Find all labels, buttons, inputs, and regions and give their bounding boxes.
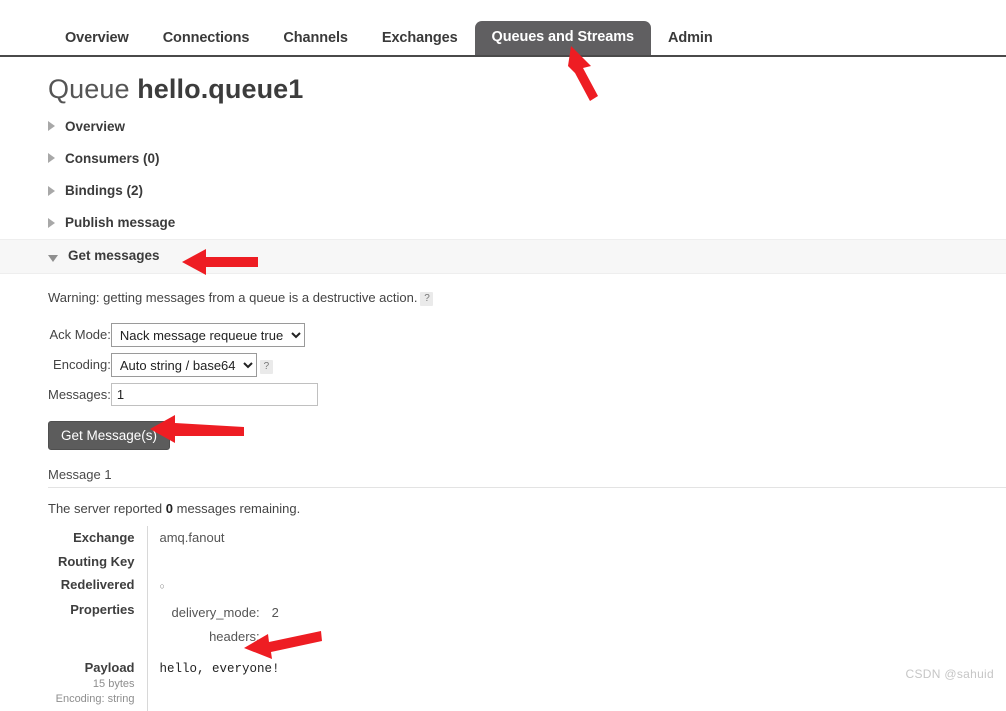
message-heading: Message 1	[48, 467, 1006, 489]
nav-tab-queues-and-streams[interactable]: Queues and Streams	[474, 20, 651, 55]
messages-count-cell	[110, 380, 318, 409]
get-messages-button[interactable]: Get Message(s)	[48, 420, 171, 451]
chevron-down-icon	[48, 255, 58, 263]
watermark: CSDN @sahuid	[905, 667, 994, 681]
table-row-exchange: Exchange amq.fanout	[48, 526, 928, 550]
nav-tab-connections[interactable]: Connections	[146, 23, 267, 56]
page-title-queue-name: hello.queue1	[137, 74, 304, 104]
get-messages-panel: Warning: getting messages from a queue i…	[0, 274, 1006, 711]
routing-key-label: Routing Key	[48, 549, 148, 574]
ack-mode-label: Ack Mode:	[49, 327, 111, 343]
get-messages-form: Ack Mode: Nack message requeue true Enco…	[48, 320, 318, 409]
encoding-label: Encoding:	[53, 357, 111, 373]
payload-encoding: Encoding: string	[55, 693, 135, 706]
section-label-overview: Overview	[65, 118, 126, 134]
table-row-payload: Payload 15 bytes Encoding: string hello,…	[48, 651, 928, 711]
form-row-encoding: Encoding: Auto string / base64?	[48, 350, 318, 380]
section-header-get-messages[interactable]: Get messages	[0, 239, 1006, 274]
payload-label-cell: Payload 15 bytes Encoding: string	[48, 651, 148, 711]
properties-value: delivery_mode: 2 headers:	[147, 598, 928, 651]
encoding-select[interactable]: Auto string / base64	[110, 352, 257, 377]
property-value-headers	[260, 625, 279, 649]
property-value-delivery-mode: 2	[271, 605, 279, 621]
nav-tab-channels[interactable]: Channels	[266, 23, 364, 56]
section-label-publish-message: Publish message	[65, 215, 176, 231]
destructive-action-warning: Warning: getting messages from a queue i…	[48, 290, 1006, 306]
property-row-delivery-mode: delivery_mode: 2	[160, 601, 279, 625]
chevron-right-icon	[48, 121, 55, 132]
table-row-properties: Properties delivery_mode: 2 headers:	[48, 598, 928, 652]
chevron-right-icon	[48, 153, 55, 164]
page-title-prefix: Queue	[48, 74, 130, 104]
table-row-routing-key: Routing Key	[48, 549, 928, 574]
ack-mode-cell: Nack message requeue true	[110, 320, 318, 350]
property-row-headers: headers:	[160, 625, 279, 649]
section-header-bindings[interactable]: Bindings (2)	[0, 175, 1006, 207]
redelivered-value: ○	[147, 573, 928, 598]
nav-tab-overview[interactable]: Overview	[48, 23, 146, 56]
section-label-consumers: Consumers (0)	[65, 150, 160, 166]
messages-remaining-status: The server reported 0 messages remaining…	[48, 501, 1006, 516]
payload-label: Payload	[84, 660, 135, 676]
encoding-cell: Auto string / base64?	[110, 350, 318, 380]
payload-value-cell: hello, everyone!	[147, 651, 928, 710]
warning-help-icon[interactable]: ?	[420, 291, 434, 306]
exchange-value: amq.fanout	[159, 530, 225, 546]
property-key-delivery-mode: delivery_mode:	[171, 605, 260, 621]
page-title: Queue hello.queue1	[48, 74, 1006, 105]
property-key-headers: headers:	[209, 628, 260, 644]
payload-bytes: 15 bytes	[92, 677, 135, 690]
messages-count-input[interactable]	[110, 382, 318, 406]
redelivered-label: Redelivered	[48, 573, 148, 599]
circle-empty-icon: ○	[159, 581, 165, 592]
remaining-count: 0	[165, 501, 174, 517]
properties-label: Properties	[48, 598, 148, 652]
nav-tab-exchanges[interactable]: Exchanges	[365, 23, 475, 56]
chevron-right-icon	[48, 217, 55, 228]
section-header-consumers[interactable]: Consumers (0)	[0, 143, 1006, 175]
form-row-messages: Messages:	[48, 380, 318, 409]
remaining-suffix: messages remaining.	[173, 501, 301, 517]
messages-count-label: Messages:	[48, 386, 111, 402]
table-row-redelivered: Redelivered ○	[48, 573, 928, 599]
remaining-prefix: The server reported	[48, 501, 166, 517]
nav-tab-admin[interactable]: Admin	[651, 23, 730, 56]
payload-value: hello, everyone!	[159, 662, 280, 677]
warning-text: Warning: getting messages from a queue i…	[48, 289, 418, 305]
section-label-get-messages: Get messages	[68, 248, 160, 264]
message-detail-table: Exchange amq.fanout Routing Key Redelive…	[48, 526, 928, 711]
routing-key-value	[147, 550, 928, 574]
section-header-publish-message[interactable]: Publish message	[0, 207, 1006, 239]
form-row-ack-mode: Ack Mode: Nack message requeue true	[48, 320, 318, 350]
section-label-bindings: Bindings (2)	[65, 183, 143, 199]
exchange-label: Exchange	[48, 526, 148, 550]
properties-table: delivery_mode: 2 headers:	[160, 601, 279, 648]
section-header-overview[interactable]: Overview	[0, 111, 1006, 143]
chevron-right-icon	[48, 185, 55, 196]
ack-mode-select[interactable]: Nack message requeue true	[110, 322, 305, 347]
main-navigation: Overview Connections Channels Exchanges …	[0, 0, 1006, 57]
encoding-help-icon[interactable]: ?	[259, 359, 273, 374]
